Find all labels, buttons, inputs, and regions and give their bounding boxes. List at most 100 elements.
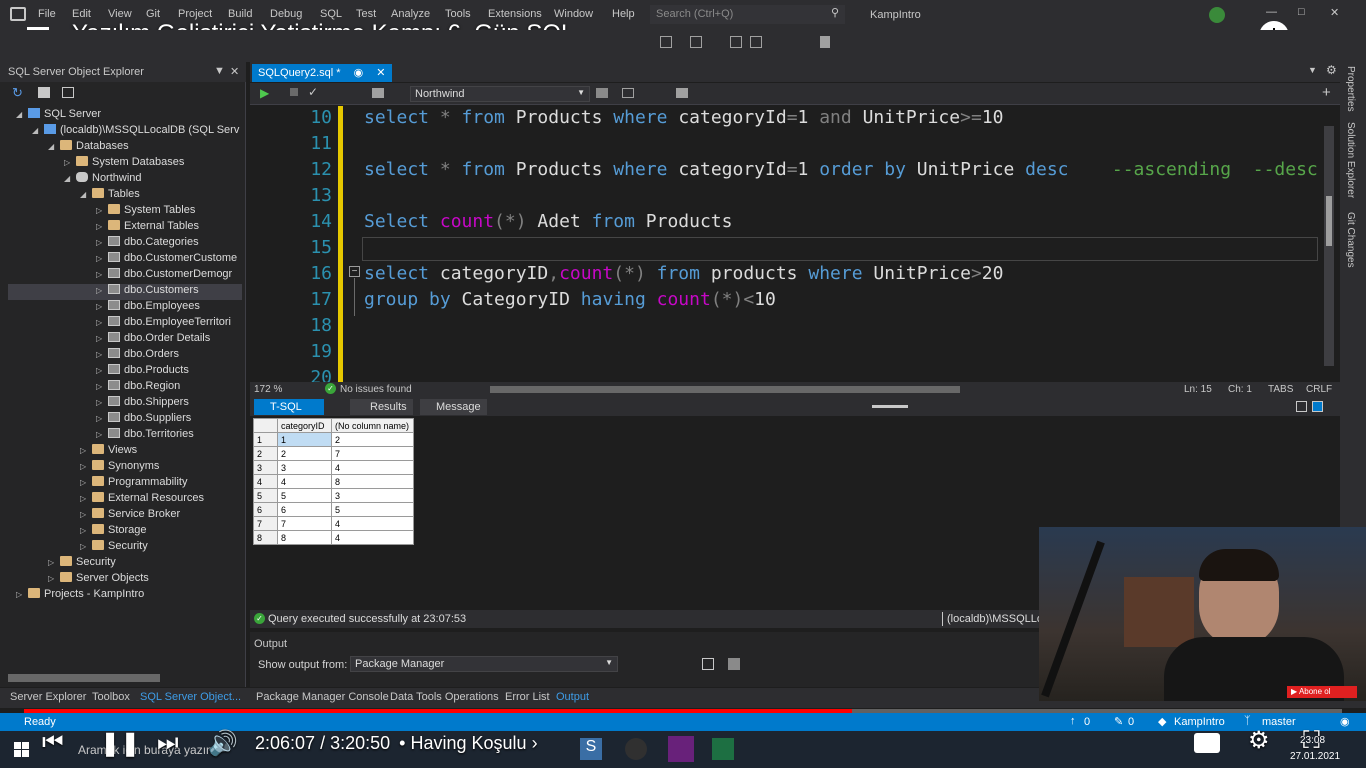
grid-cell[interactable]: 2 xyxy=(331,432,414,447)
execute-icon[interactable]: ▶ xyxy=(260,86,269,100)
collapsed-arrow-icon[interactable]: ▷ xyxy=(96,302,108,311)
tab-message[interactable]: Message xyxy=(420,399,487,415)
zoom-level[interactable]: 172 % xyxy=(254,384,282,395)
pending-changes[interactable]: 0 xyxy=(1128,716,1134,728)
comment-icon[interactable] xyxy=(676,88,688,98)
row-number[interactable]: 6 xyxy=(253,502,278,517)
pause-icon[interactable]: ❚❚ xyxy=(100,729,140,758)
collapsed-arrow-icon[interactable]: ▷ xyxy=(96,414,108,423)
tree-item[interactable]: ◢ Northwind xyxy=(8,172,242,188)
table-row[interactable]: 227 xyxy=(253,446,414,461)
previous-icon[interactable]: ⏮ xyxy=(42,729,64,757)
grid-cell[interactable]: 3 xyxy=(331,488,414,503)
results-to-icon[interactable] xyxy=(622,88,634,98)
column-header[interactable]: (No column name) xyxy=(331,418,414,433)
tree-item[interactable]: ▷ Server Objects xyxy=(8,572,242,588)
collapsed-arrow-icon[interactable]: ▷ xyxy=(80,510,92,519)
tree-item[interactable]: ▷ External Resources xyxy=(8,492,242,508)
tab-error-list[interactable]: Error List xyxy=(505,691,550,703)
tab-toolbox[interactable]: Toolbox xyxy=(92,691,130,703)
collapsed-arrow-icon[interactable]: ▷ xyxy=(80,462,92,471)
collapsed-arrow-icon[interactable]: ▷ xyxy=(80,542,92,551)
settings-gear-icon[interactable]: ⚙ xyxy=(1248,726,1270,755)
tree-item[interactable]: ▷ Programmability xyxy=(8,476,242,492)
vertical-scrollbar[interactable] xyxy=(1324,126,1334,366)
grid-cell[interactable]: 5 xyxy=(331,502,414,517)
toolbar-icons[interactable] xyxy=(660,36,830,50)
search-box[interactable]: Search (Ctrl+Q) ⚲ xyxy=(650,5,845,24)
output-source-select[interactable]: Package Manager ▼ xyxy=(350,656,618,672)
tree-item[interactable]: ▷ dbo.CustomerCustome xyxy=(8,252,242,268)
expanded-arrow-icon[interactable]: ◢ xyxy=(80,190,92,199)
notification-icon[interactable]: ◉ xyxy=(1340,715,1350,728)
settings-icon[interactable]: ⚙ xyxy=(1326,63,1337,77)
close-icon[interactable]: ✕ xyxy=(1330,6,1339,19)
table-row[interactable]: 553 xyxy=(253,488,414,503)
tree-item[interactable]: ◢ (localdb)\MSSQLLocalDB (SQL Serv xyxy=(8,124,242,140)
close-tab-icon[interactable]: ✕ xyxy=(376,67,385,79)
plan-icon[interactable] xyxy=(596,88,608,98)
tab-sql-server-object-explorer[interactable]: SQL Server Object... xyxy=(140,691,241,703)
tree-item[interactable]: ▷ dbo.Region xyxy=(8,380,242,396)
menu-git[interactable]: Git xyxy=(146,8,160,20)
tab-list-icon[interactable]: ▼ xyxy=(1308,65,1317,75)
menu-analyze[interactable]: Analyze xyxy=(391,8,430,20)
row-number[interactable]: 7 xyxy=(253,516,278,531)
editor-add-icon[interactable]: + xyxy=(1322,84,1331,101)
menu-help[interactable]: Help xyxy=(612,8,635,20)
collapsed-arrow-icon[interactable]: ▷ xyxy=(80,526,92,535)
grid-cell[interactable]: 7 xyxy=(331,446,414,461)
table-row[interactable]: 665 xyxy=(253,502,414,517)
collapsed-arrow-icon[interactable]: ▷ xyxy=(96,270,108,279)
issues-status[interactable]: No issues found xyxy=(340,384,412,395)
tree-item[interactable]: ◢ Databases xyxy=(8,140,242,156)
excel-taskbar-icon[interactable] xyxy=(712,738,734,760)
tab-package-manager-console[interactable]: Package Manager Console xyxy=(256,691,389,703)
row-number[interactable]: 2 xyxy=(253,446,278,461)
close-panel-icon[interactable]: ✕ xyxy=(230,65,239,78)
expanded-arrow-icon[interactable]: ◢ xyxy=(48,142,60,151)
arrow-up-icon[interactable]: ↑ xyxy=(1070,715,1076,727)
tree-item[interactable]: ▷ System Databases xyxy=(8,156,242,172)
collapsed-arrow-icon[interactable]: ▷ xyxy=(80,494,92,503)
filter-icon[interactable] xyxy=(62,87,74,98)
grid-cell[interactable]: 4 xyxy=(331,516,414,531)
table-row[interactable]: 334 xyxy=(253,460,414,475)
splitter-grip[interactable] xyxy=(872,405,908,408)
grid-cell[interactable]: 7 xyxy=(277,516,332,531)
collapsed-arrow-icon[interactable]: ▷ xyxy=(16,590,28,599)
grid-cell[interactable]: 5 xyxy=(277,488,332,503)
menu-project[interactable]: Project xyxy=(178,8,212,20)
tree-item[interactable]: ▷ Service Broker xyxy=(8,508,242,524)
tab-sqlquery2[interactable]: SQLQuery2.sql * ◉ ✕ xyxy=(252,64,392,82)
subscribe-badge[interactable]: ▶ Abone ol xyxy=(1287,686,1357,698)
chapter-title[interactable]: • Having Koşulu xyxy=(399,733,526,753)
grid-cell[interactable]: 2 xyxy=(277,446,332,461)
tab-tsql[interactable]: T-SQL xyxy=(254,399,324,415)
tree-item[interactable]: ▷ System Tables xyxy=(8,204,242,220)
grid-cell[interactable]: 4 xyxy=(331,530,414,545)
menu-extensions[interactable]: Extensions xyxy=(488,8,542,20)
database-select[interactable]: Northwind ▼ xyxy=(410,86,590,102)
refresh-icon[interactable]: ↻ xyxy=(12,85,23,101)
table-row[interactable]: 448 xyxy=(253,474,414,489)
tab-server-explorer[interactable]: Server Explorer xyxy=(10,691,86,703)
user-avatar[interactable] xyxy=(1209,7,1225,23)
code-line[interactable]: group by CategoryID having count(*)<10 xyxy=(364,289,776,310)
subtitles-icon[interactable] xyxy=(1194,733,1220,753)
layout-icon-active[interactable] xyxy=(1312,401,1323,412)
tree-item[interactable]: ▷ dbo.EmployeeTerritori xyxy=(8,316,242,332)
tree-item[interactable]: ▷ Security xyxy=(8,540,242,556)
ssms-taskbar-icon[interactable]: S xyxy=(580,738,602,760)
menu-test[interactable]: Test xyxy=(356,8,376,20)
tree-item[interactable]: ◢ Tables xyxy=(8,188,242,204)
collapsed-arrow-icon[interactable]: ▷ xyxy=(48,574,60,583)
tree-item[interactable]: ▷ dbo.Products xyxy=(8,364,242,380)
tab-properties[interactable]: Properties xyxy=(1345,66,1356,112)
tree-item[interactable]: ▷ dbo.Orders xyxy=(8,348,242,364)
row-number[interactable]: 1 xyxy=(253,432,278,447)
tree-item[interactable]: ▷ dbo.Territories xyxy=(8,428,242,444)
tree-item[interactable]: ▷ dbo.CustomerDemogr xyxy=(8,268,242,284)
collapsed-arrow-icon[interactable]: ▷ xyxy=(96,254,108,263)
expanded-arrow-icon[interactable]: ◢ xyxy=(64,174,76,183)
